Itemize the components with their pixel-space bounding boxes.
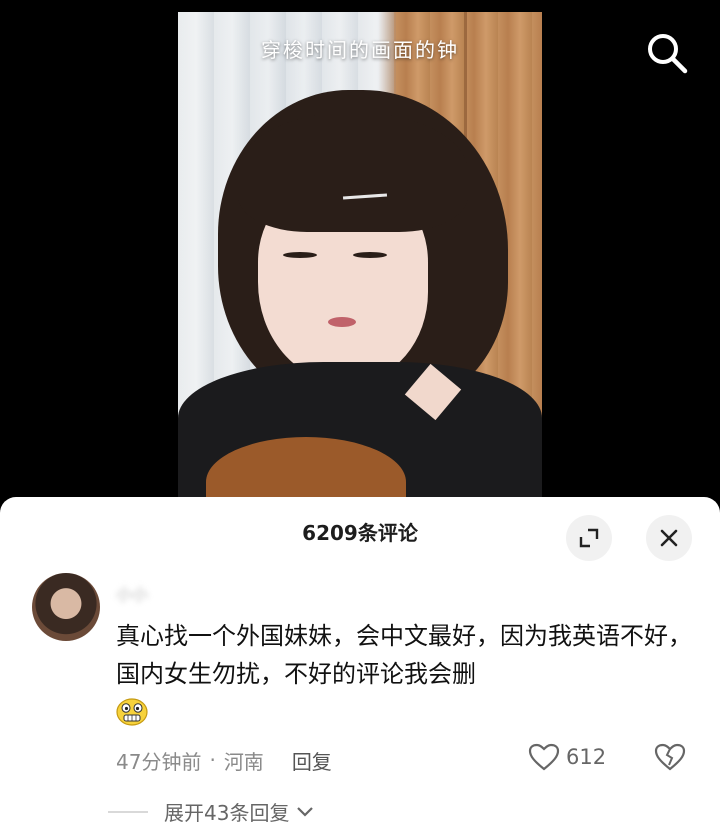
grin-emoji-icon (116, 698, 148, 726)
video-caption: 穿梭时间的画面的钟 (261, 38, 459, 62)
comment-meta: 47分钟前 · 河南 回复 (116, 745, 332, 775)
like-count: 612 (566, 745, 607, 769)
search-icon (648, 34, 688, 74)
heart-icon (528, 743, 560, 771)
lips (328, 317, 356, 327)
video-player[interactable]: 穿梭时间的画面的钟 (0, 0, 720, 500)
comment-location: 河南 (223, 749, 264, 774)
broken-heart-icon (654, 743, 686, 771)
bangs-shape (238, 112, 468, 232)
close-icon (660, 529, 678, 547)
dislike-button[interactable] (654, 743, 686, 775)
expand-icon (579, 528, 599, 548)
username[interactable]: 小小 (116, 581, 176, 605)
expand-replies-label: 展开43条回复 (164, 801, 290, 825)
close-button[interactable] (646, 515, 692, 561)
video-frame (178, 12, 542, 500)
expand-replies-button[interactable]: 展开43条回复 (108, 797, 315, 826)
divider-line (108, 810, 148, 813)
search-button[interactable] (644, 30, 690, 76)
comment-text: 真心找一个外国妹妹，会中文最好，因为我英语不好，国内女生勿扰，不好的评论我会删 (116, 622, 692, 688)
right-eye (353, 252, 387, 258)
chevron-down-icon (297, 806, 314, 817)
reply-button[interactable]: 回复 (292, 746, 332, 775)
comments-count-title: 6209条评论 (302, 521, 418, 545)
left-eye (283, 252, 317, 258)
comment-body: 真心找一个外国妹妹，会中文最好，因为我英语不好，国内女生勿扰，不好的评论我会删 (116, 617, 696, 738)
avatar[interactable] (32, 573, 100, 641)
comments-sheet: 6209条评论 小小 真心找一个外国妹妹，会中文最好，因为我英语不好，国内女生勿… (0, 497, 720, 839)
expand-button[interactable] (566, 515, 612, 561)
like-button[interactable]: 612 (528, 743, 606, 771)
comment-time: 47分钟前 (116, 749, 202, 774)
meta-separator: · (209, 748, 216, 772)
